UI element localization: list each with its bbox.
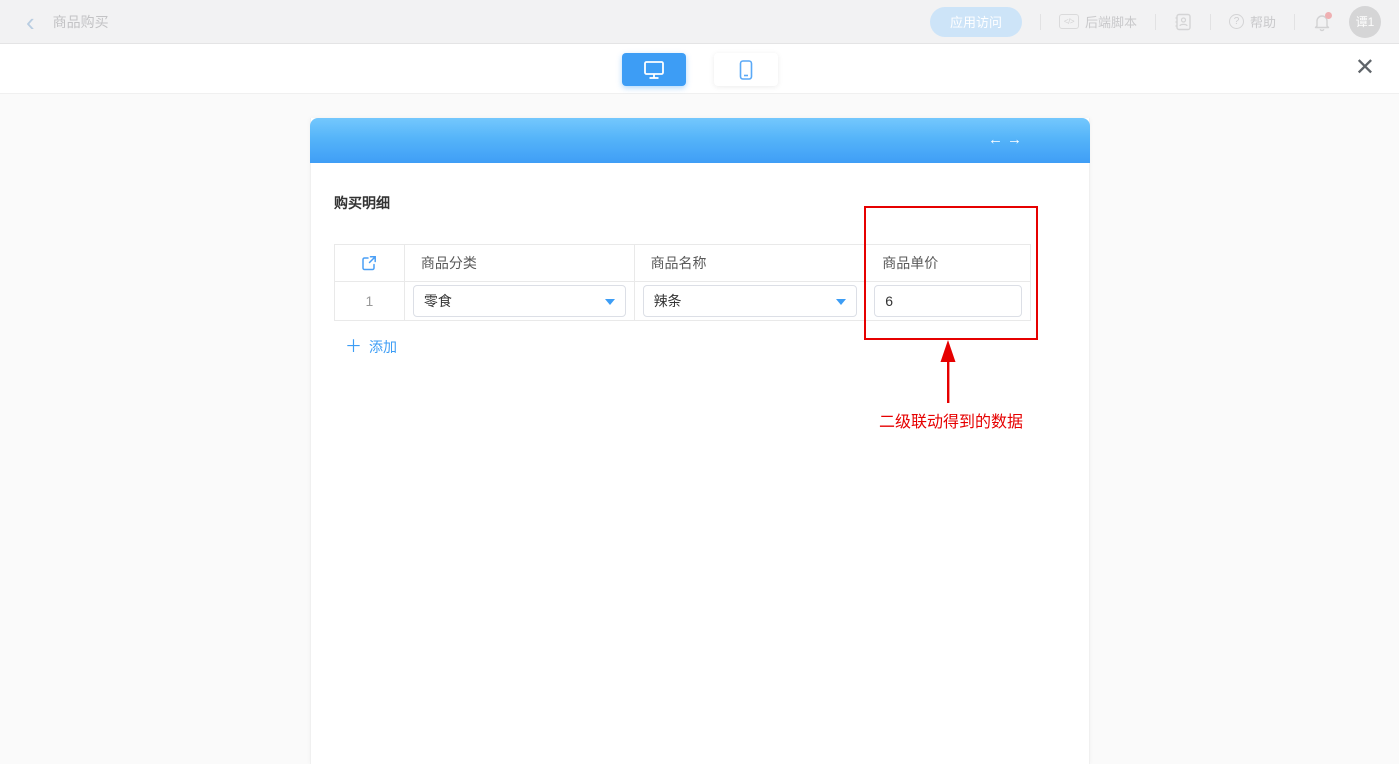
backend-script-label: 后端脚本 [1085, 12, 1137, 31]
add-row-button[interactable]: ＋ 添加 [345, 337, 397, 357]
price-input[interactable] [874, 285, 1022, 317]
help-label: 帮助 [1250, 12, 1276, 31]
notification-badge [1325, 12, 1332, 19]
desktop-icon [643, 60, 665, 80]
preview-toolbar: ✕ [0, 44, 1399, 94]
product-name-select[interactable]: 辣条 [643, 285, 858, 317]
code-icon: </> [1059, 14, 1079, 29]
topbar-right: 应用访问 </> 后端脚本 ? 帮助 [930, 6, 1399, 38]
table-header-row: 商品分类 商品名称 商品单价 [335, 245, 1031, 282]
notifications-button[interactable] [1313, 12, 1331, 32]
preview-area: ←→ 购买明细 商品分类 商品名称 [0, 94, 1399, 764]
app-topbar: ‹ 商品购买 应用访问 </> 后端脚本 [0, 0, 1399, 44]
add-label: 添加 [369, 337, 397, 357]
avatar[interactable]: 谭1 [1349, 6, 1381, 38]
category-cell: 零食 [404, 282, 634, 321]
table-row: 1 零食 辣条 [335, 282, 1031, 321]
external-link-icon [361, 255, 377, 271]
divider [1210, 14, 1211, 30]
help-button[interactable]: ? 帮助 [1229, 12, 1276, 31]
nav-arrows-icon[interactable]: ←→ [988, 131, 1026, 148]
plus-icon: ＋ [345, 339, 362, 355]
column-header-price: 商品单价 [866, 245, 1031, 282]
close-button[interactable]: ✕ [1355, 56, 1375, 80]
form-body: 购买明细 商品分类 商品名称 商品单价 [311, 163, 1089, 357]
expand-column-header[interactable] [335, 245, 405, 282]
caret-down-icon [605, 299, 615, 305]
divider [1155, 14, 1156, 30]
section-title: 购买明细 [334, 193, 1066, 213]
divider [1294, 14, 1295, 30]
row-index: 1 [335, 282, 405, 321]
caret-down-icon [836, 299, 846, 305]
name-cell: 辣条 [634, 282, 866, 321]
device-toggle [622, 53, 778, 86]
price-cell [866, 282, 1031, 321]
topbar-left: ‹ 商品购买 [0, 12, 109, 32]
product-name-value: 辣条 [654, 291, 682, 311]
backend-script-button[interactable]: </> 后端脚本 [1059, 12, 1137, 31]
category-value: 零食 [424, 291, 452, 311]
back-icon[interactable]: ‹ [26, 12, 35, 32]
mobile-preview-button[interactable] [714, 53, 778, 86]
screen: ‹ 商品购买 应用访问 </> 后端脚本 [0, 0, 1399, 764]
subform-table: 商品分类 商品名称 商品单价 1 零食 [334, 244, 1031, 321]
column-header-name: 商品名称 [634, 245, 866, 282]
address-book-icon [1174, 13, 1192, 31]
divider [1040, 14, 1041, 30]
help-icon: ? [1229, 14, 1244, 29]
category-select[interactable]: 零食 [413, 285, 626, 317]
mobile-icon [738, 59, 754, 81]
page-title: 商品购买 [53, 12, 109, 32]
form-panel: ←→ 购买明细 商品分类 商品名称 [310, 118, 1090, 764]
column-header-category: 商品分类 [404, 245, 634, 282]
desktop-preview-button[interactable] [622, 53, 686, 86]
form-header-banner: ←→ [310, 118, 1090, 163]
app-access-button[interactable]: 应用访问 [930, 7, 1022, 37]
address-book-button[interactable] [1174, 13, 1192, 31]
